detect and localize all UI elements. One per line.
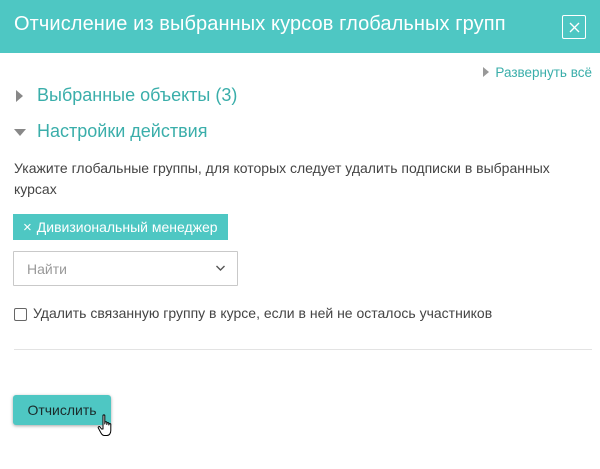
section-action-settings-label: Настройки действия xyxy=(37,121,208,141)
divider xyxy=(14,349,592,350)
caret-right-icon xyxy=(483,67,490,77)
expand-all-link[interactable]: Развернуть всё xyxy=(483,65,592,80)
selected-group-tag-label: Дивизиональный менеджер xyxy=(36,219,218,235)
hand-pointer-icon xyxy=(97,414,112,436)
search-placeholder: Найти xyxy=(27,261,67,277)
expand-all-label: Развернуть всё xyxy=(495,65,592,80)
chevron-down-icon xyxy=(216,265,225,271)
selected-group-tag[interactable]: × Дивизиональный менеджер xyxy=(13,214,228,240)
dialog-header: Отчисление из выбранных курсов глобальны… xyxy=(0,0,600,53)
dialog-title: Отчисление из выбранных курсов глобальны… xyxy=(14,13,506,35)
settings-description: Укажите глобальные группы, для которых с… xyxy=(14,160,550,197)
caret-down-icon xyxy=(14,129,26,136)
delete-group-checkbox-label: Удалить связанную группу в курсе, если в… xyxy=(33,305,493,321)
delete-group-checkbox[interactable] xyxy=(14,308,27,321)
group-search-select[interactable]: Найти xyxy=(13,251,238,286)
caret-right-icon xyxy=(16,90,23,102)
section-selected-objects-label: Выбранные объекты (3) xyxy=(37,85,238,105)
remove-tag-icon[interactable]: × xyxy=(23,215,32,241)
close-icon xyxy=(569,22,580,33)
close-button[interactable] xyxy=(562,15,586,39)
